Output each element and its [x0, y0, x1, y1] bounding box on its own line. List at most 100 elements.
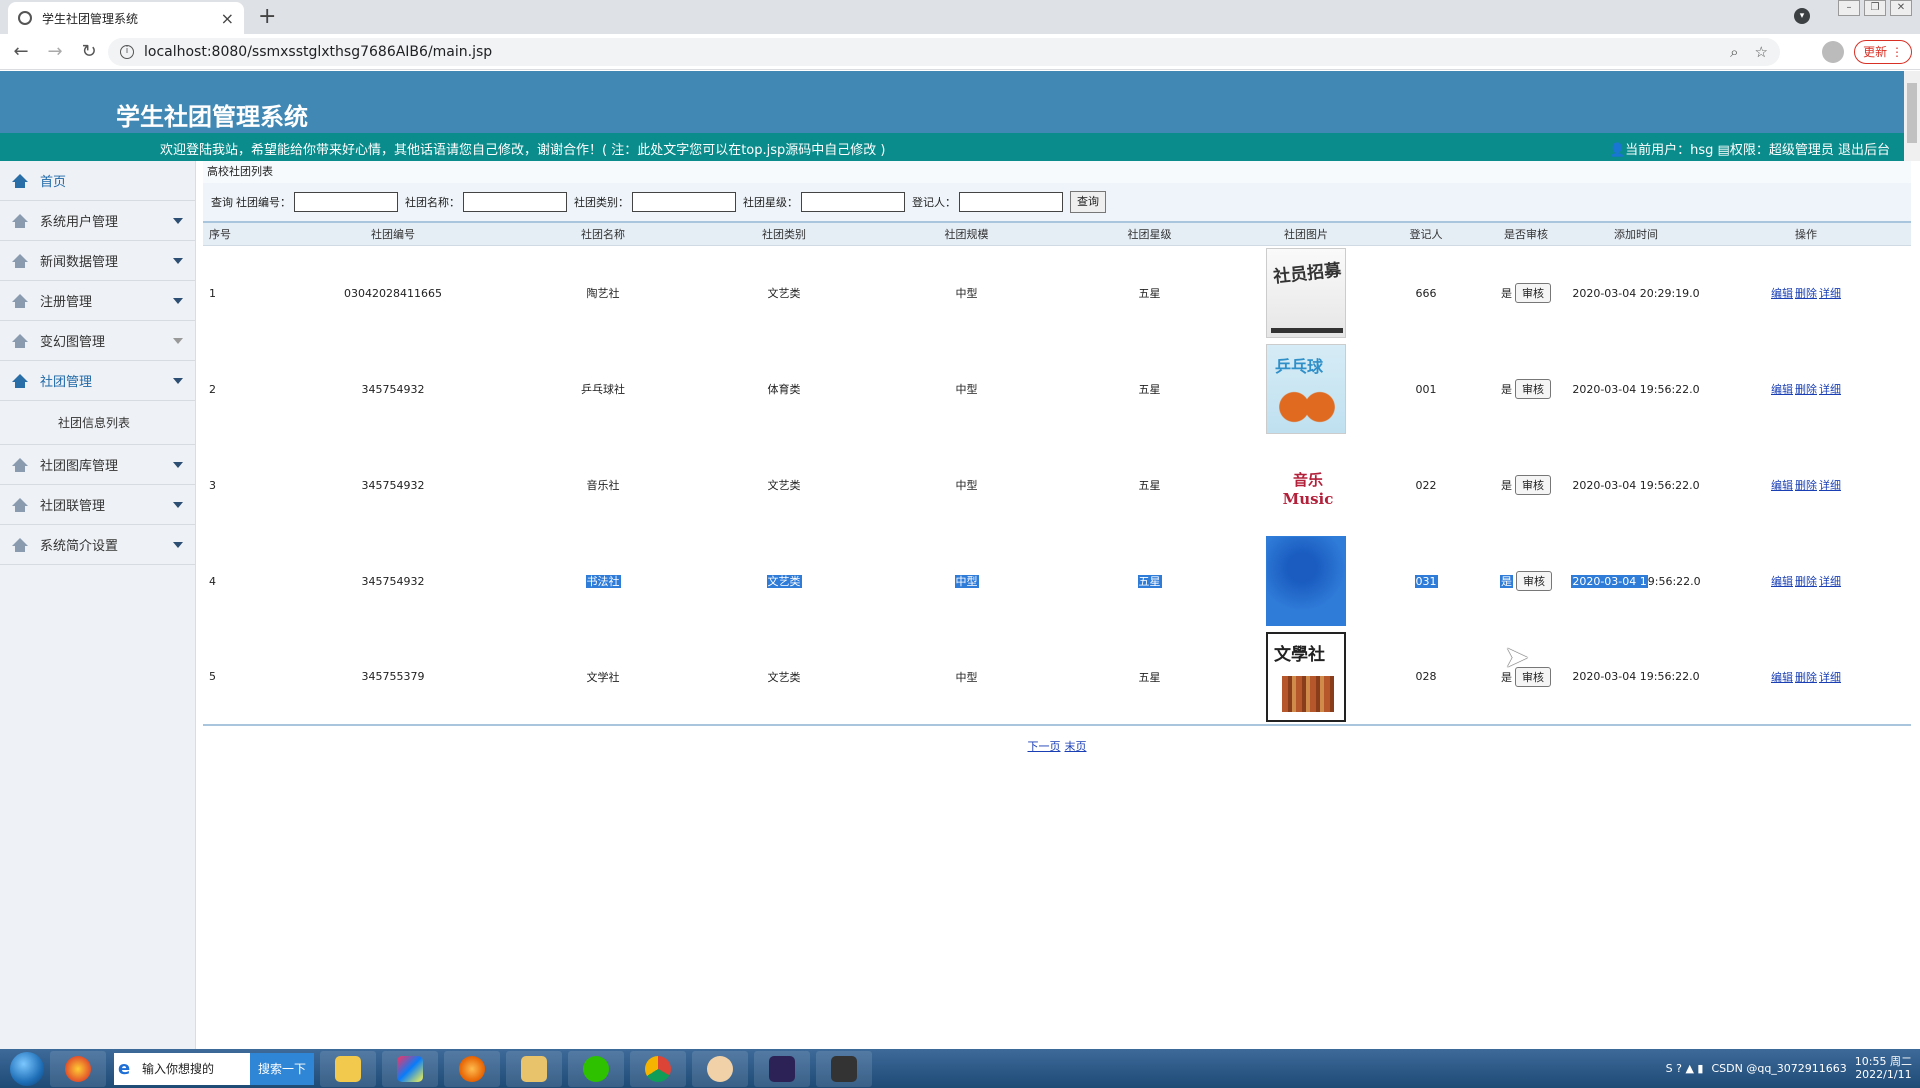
club-image-cell: 文學社 [1241, 629, 1371, 726]
added-time: 2020-03-04 19:56:22.0 [1571, 533, 1701, 629]
back-icon[interactable]: ← [8, 41, 34, 62]
taskbar-eclipse-icon[interactable] [754, 1050, 810, 1087]
club-scale: 中型 [955, 287, 978, 301]
club-code: 345754932 [361, 382, 425, 396]
forward-icon[interactable]: → [42, 41, 68, 62]
taskbar-chrome-icon[interactable] [630, 1050, 686, 1087]
restore-icon[interactable]: ❐ [1864, 0, 1886, 16]
delete-link[interactable]: 删除 [1795, 479, 1817, 492]
sidebar-item-label: 首页 [40, 175, 67, 190]
csdn-watermark: CSDN @qq_3072911663 [1711, 1061, 1847, 1075]
scrollbar-thumb[interactable] [1907, 83, 1917, 143]
audited-status: 是 [1501, 383, 1512, 396]
last-page-link[interactable]: 末页 [1065, 740, 1087, 753]
sidebar-item-home[interactable]: 首页 [0, 161, 195, 201]
detail-link[interactable]: 详细 [1819, 575, 1841, 588]
edit-link[interactable]: 编辑 [1771, 383, 1793, 396]
row-number: 5 [203, 629, 273, 726]
taskbar-tool-icon[interactable] [816, 1050, 872, 1087]
bookmark-star-icon[interactable]: ☆ [1755, 43, 1768, 61]
club-image-caption: 社员招募 [1272, 260, 1343, 288]
club-stars-input[interactable] [801, 192, 905, 212]
club-category-label: 社团类别： [574, 196, 629, 209]
registrar-input[interactable] [959, 192, 1063, 212]
sidebar-item-club-union[interactable]: 社团联管理 [0, 485, 195, 525]
home-icon [10, 253, 30, 268]
sidebar-item-club-management[interactable]: 社团管理 [0, 361, 195, 401]
detail-link[interactable]: 详细 [1819, 287, 1841, 300]
taskbar-app-360-icon[interactable] [50, 1050, 106, 1087]
breadcrumb: 高校社团列表 [203, 161, 1911, 183]
edit-link[interactable]: 编辑 [1771, 671, 1793, 684]
sidebar-item-registration[interactable]: 注册管理 [0, 281, 195, 321]
system-tray: S ? ▲ ▮ CSDN @qq_3072911663 10:55 周二 2022… [1666, 1055, 1912, 1081]
url-field[interactable]: i localhost:8080/ssmxsstglxthsg7686AIB6/… [108, 38, 1780, 66]
close-window-icon[interactable]: ✕ [1890, 0, 1912, 16]
ie-search-button[interactable]: 搜索一下 [249, 1052, 314, 1085]
edit-link[interactable]: 编辑 [1771, 479, 1793, 492]
taskbar-explorer-icon[interactable] [506, 1050, 562, 1087]
tray-icons[interactable]: S ? ▲ ▮ [1666, 1062, 1704, 1075]
home-icon [10, 293, 30, 308]
minimize-icon[interactable]: – [1838, 0, 1860, 16]
logout-link[interactable]: 退出后台 [1838, 143, 1890, 158]
header-scrollbar[interactable] [1904, 71, 1920, 161]
audit-button[interactable]: 审核 [1516, 571, 1552, 591]
delete-link[interactable]: 删除 [1795, 383, 1817, 396]
detail-link[interactable]: 详细 [1819, 671, 1841, 684]
club-category-input[interactable] [632, 192, 736, 212]
clock[interactable]: 10:55 周二 2022/1/11 [1855, 1055, 1912, 1081]
detail-link[interactable]: 详细 [1819, 479, 1841, 492]
sidebar-item-system-users[interactable]: 系统用户管理 [0, 201, 195, 241]
club-name-input[interactable] [463, 192, 567, 212]
detail-link[interactable]: 详细 [1819, 383, 1841, 396]
sidebar-item-carousel[interactable]: 变幻图管理 [0, 321, 195, 361]
search-button[interactable]: 查询 [1070, 191, 1106, 213]
audit-button[interactable]: 审核 [1515, 283, 1551, 304]
delete-link[interactable]: 删除 [1795, 671, 1817, 684]
audit-button[interactable]: 审核 [1515, 379, 1551, 399]
sidebar-subitem-club-list[interactable]: 社团信息列表 [0, 401, 195, 445]
reload-icon[interactable]: ↻ [76, 41, 102, 62]
club-image: 社员招募 [1266, 248, 1346, 339]
taskbar-firefox-icon[interactable] [444, 1050, 500, 1087]
edit-link[interactable]: 编辑 [1771, 287, 1793, 300]
ie-search-box[interactable]: e 输入你想搜的 搜索一下 [114, 1052, 314, 1085]
sidebar-item-system-intro[interactable]: 系统简介设置 [0, 525, 195, 565]
delete-link[interactable]: 删除 [1795, 287, 1817, 300]
registrar-cell: 031 [1371, 533, 1481, 629]
audited-status: 是 [1501, 479, 1512, 492]
taskbar-wechat-icon[interactable] [568, 1050, 624, 1087]
club-stars-label: 社团星级： [743, 196, 798, 209]
club-name: 乒乓球社 [581, 383, 625, 396]
user-icon: 👤 [1608, 143, 1626, 158]
sidebar-item-news[interactable]: 新闻数据管理 [0, 241, 195, 281]
tab-title: 学生社团管理系统 [42, 11, 139, 26]
audit-button[interactable]: 审核 [1515, 475, 1551, 495]
update-button[interactable]: 更新 ⋮ [1854, 40, 1912, 64]
profile-avatar-icon[interactable] [1822, 41, 1845, 63]
tab-close-icon[interactable]: × [221, 9, 234, 28]
registrar: 031 [1414, 574, 1438, 588]
taskbar-avatar-app-icon[interactable] [692, 1050, 748, 1087]
clock-date: 2022/1/11 [1855, 1068, 1912, 1081]
added-time-selected: 2020-03-04 1 [1571, 574, 1648, 588]
club-category: 文艺类 [767, 479, 801, 492]
club-category: 文艺类 [767, 287, 801, 301]
new-tab-button[interactable]: + [258, 4, 276, 29]
start-button[interactable] [10, 1051, 44, 1086]
site-info-icon[interactable]: i [120, 45, 134, 59]
edit-link[interactable]: 编辑 [1771, 575, 1793, 588]
taskbar-intellij-icon[interactable] [382, 1050, 438, 1087]
taskbar-folder-icon[interactable] [320, 1050, 376, 1087]
sidebar-item-club-gallery[interactable]: 社团图库管理 [0, 445, 195, 485]
sidebar-item-label: 系统简介设置 [40, 539, 119, 554]
club-code-input[interactable] [294, 192, 398, 212]
clock-time: 10:55 周二 [1854, 1055, 1912, 1068]
welcome-message: 欢迎登陆我站，希望能给你带来好心情，其他话语请您自己修改，谢谢合作！( 注：此处… [160, 143, 886, 158]
delete-link[interactable]: 删除 [1795, 575, 1817, 588]
next-page-link[interactable]: 下一页 [1028, 740, 1061, 753]
browser-tab[interactable]: 学生社团管理系统 × [8, 2, 244, 34]
zoom-icon[interactable]: ⌕ [1730, 43, 1738, 61]
tab-search-icon[interactable]: ▾ [1794, 8, 1810, 24]
